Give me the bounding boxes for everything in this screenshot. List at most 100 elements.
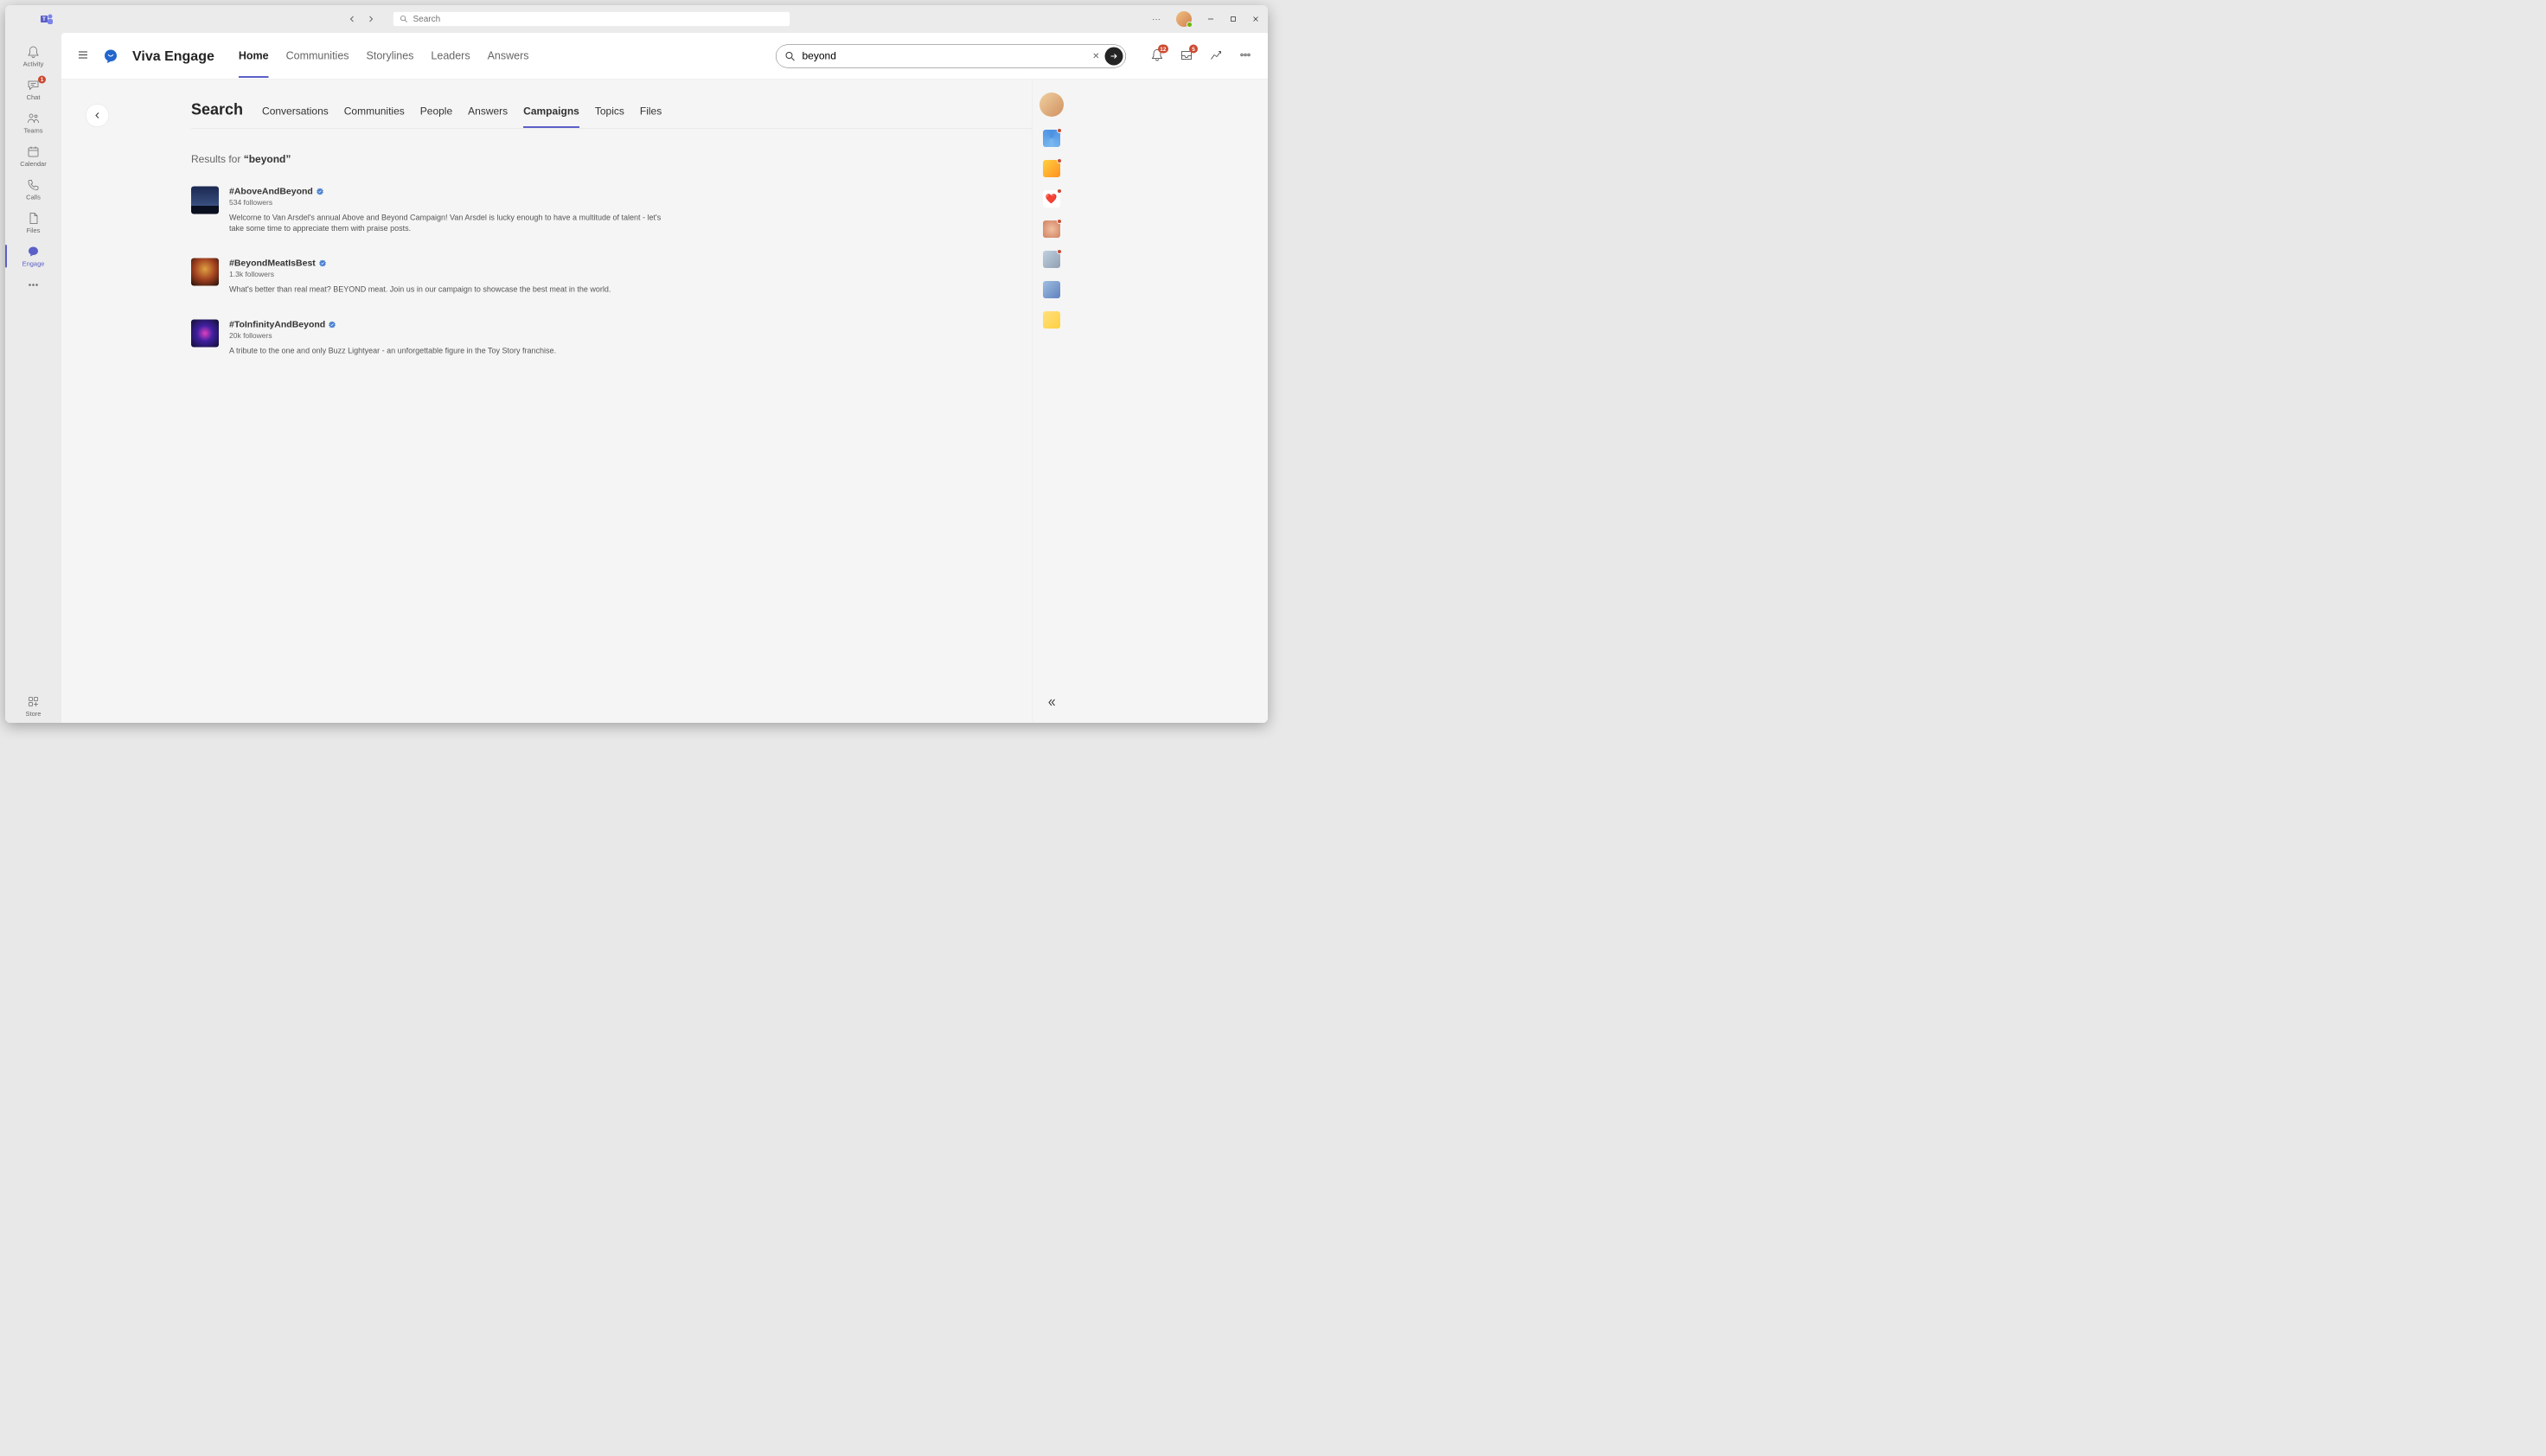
campaign-result[interactable]: #BeyondMeatIsBest 1.3k followers What's … (191, 259, 1032, 296)
rail-engage[interactable]: Engage (5, 239, 61, 273)
app-nav-tabs: Home Communities Storylines Leaders Answ… (239, 35, 529, 79)
rail-more[interactable] (5, 273, 61, 297)
campaign-result[interactable]: #ToInfinityAndBeyond 20k followers A tri… (191, 319, 1032, 356)
rail-label: Teams (23, 127, 42, 135)
notification-dot-icon (1057, 158, 1062, 163)
global-search[interactable] (393, 11, 790, 27)
rail-teams[interactable]: Teams (5, 106, 61, 140)
campaign-title: #ToInfinityAndBeyond (229, 319, 325, 329)
right-rail-app[interactable] (1043, 130, 1060, 147)
verified-icon (329, 321, 336, 328)
engage-search[interactable]: ✕ (776, 44, 1126, 67)
search-tab-conversations[interactable]: Conversations (262, 105, 329, 118)
campaign-thumbnail (191, 187, 219, 214)
notifications-badge: 12 (1158, 45, 1168, 54)
titlebar: T ⋯ (5, 5, 1268, 33)
nav-tab-home[interactable]: Home (239, 35, 269, 79)
teams-icon (27, 112, 41, 125)
right-rail-app[interactable] (1043, 311, 1060, 329)
campaign-thumbnail (191, 259, 219, 286)
nav-tab-storylines[interactable]: Storylines (367, 35, 414, 79)
nav-tab-leaders[interactable]: Leaders (431, 35, 470, 79)
nav-tab-answers[interactable]: Answers (488, 35, 529, 79)
search-tab-answers[interactable]: Answers (468, 105, 508, 118)
maximize-icon[interactable] (1230, 16, 1237, 22)
campaign-description: What's better than real meat? BEYOND mea… (229, 284, 662, 296)
campaign-followers: 20k followers (229, 331, 1032, 340)
engage-icon (27, 245, 41, 259)
right-rail-app[interactable] (1043, 251, 1060, 268)
back-button[interactable] (86, 104, 109, 127)
search-tab-communities[interactable]: Communities (344, 105, 405, 118)
chevron-double-left-icon (1046, 698, 1057, 708)
left-rail: Activity 1 Chat Teams Calendar Calls (5, 33, 61, 723)
right-rail-app[interactable] (1043, 160, 1060, 177)
nav-back-icon[interactable] (348, 15, 356, 23)
nav-tab-communities[interactable]: Communities (286, 35, 349, 79)
engage-search-input[interactable] (803, 50, 1093, 62)
right-rail: ❤️ (1032, 80, 1071, 723)
search-icon (400, 16, 408, 23)
rail-calendar[interactable]: Calendar (5, 140, 61, 174)
rail-chat[interactable]: 1 Chat (5, 73, 61, 107)
campaign-description: Welcome to Van Arsdel's annual Above and… (229, 213, 662, 234)
close-icon[interactable] (1252, 16, 1259, 22)
more-icon (1238, 48, 1252, 62)
campaign-title: #AboveAndBeyond (229, 187, 313, 197)
notification-dot-icon (1057, 249, 1062, 254)
rail-calls[interactable]: Calls (5, 173, 61, 207)
rail-label: Engage (22, 260, 45, 268)
more-button[interactable] (1238, 48, 1252, 65)
search-tab-campaigns[interactable]: Campaigns (523, 105, 579, 118)
campaign-title: #BeyondMeatIsBest (229, 259, 316, 269)
app-header: Viva Engage Home Communities Storylines … (61, 33, 1268, 80)
rail-label: Store (26, 711, 42, 718)
search-submit-button[interactable] (1105, 47, 1123, 65)
campaign-result[interactable]: #AboveAndBeyond 534 followers Welcome to… (191, 187, 1032, 234)
search-tab-files[interactable]: Files (640, 105, 662, 118)
rail-store[interactable]: Store (5, 690, 61, 724)
rail-label: Chat (27, 94, 41, 102)
notification-dot-icon (1057, 188, 1062, 194)
right-rail-app[interactable] (1043, 220, 1060, 238)
global-search-input[interactable] (413, 14, 784, 24)
minimize-icon[interactable] (1207, 16, 1214, 22)
file-icon (27, 212, 41, 226)
nav-forward-icon[interactable] (367, 15, 375, 23)
analytics-button[interactable] (1209, 48, 1223, 65)
rail-label: Files (27, 227, 41, 235)
clear-search-icon[interactable]: ✕ (1092, 51, 1099, 62)
verified-icon (317, 188, 323, 195)
campaign-description: A tribute to the one and only Buzz Light… (229, 345, 662, 356)
rail-activity[interactable]: Activity (5, 40, 61, 73)
more-options-icon[interactable]: ⋯ (1152, 14, 1161, 25)
search-tab-people[interactable]: People (420, 105, 452, 118)
collapse-rail-button[interactable] (1046, 698, 1057, 711)
rail-label: Calendar (20, 161, 46, 169)
user-avatar[interactable] (1176, 11, 1192, 27)
right-rail-app[interactable]: ❤️ (1043, 190, 1060, 208)
campaign-followers: 1.3k followers (229, 271, 1032, 279)
right-rail-avatar[interactable] (1040, 93, 1064, 117)
calendar-icon (27, 145, 41, 159)
hamburger-menu[interactable] (77, 49, 89, 64)
search-title: Search (191, 100, 243, 118)
store-icon (27, 695, 41, 709)
notifications-button[interactable]: 12 (1150, 48, 1164, 65)
chevron-left-icon (93, 112, 101, 119)
rail-label: Activity (23, 61, 44, 68)
teams-logo-icon: T (40, 12, 54, 26)
rail-badge: 1 (38, 76, 46, 84)
app-title: Viva Engage (132, 48, 214, 65)
result-list: #AboveAndBeyond 534 followers Welcome to… (191, 187, 1032, 356)
search-tab-topics[interactable]: Topics (595, 105, 624, 118)
rail-files[interactable]: Files (5, 207, 61, 240)
inbox-button[interactable]: 5 (1180, 48, 1193, 65)
right-rail-app[interactable] (1043, 281, 1060, 298)
more-icon (27, 278, 41, 292)
presence-available-icon (1187, 22, 1193, 28)
inbox-badge: 5 (1189, 45, 1198, 54)
page-body: Search Conversations Communities People … (61, 80, 1268, 723)
phone-icon (27, 178, 41, 192)
campaign-followers: 534 followers (229, 199, 1032, 208)
